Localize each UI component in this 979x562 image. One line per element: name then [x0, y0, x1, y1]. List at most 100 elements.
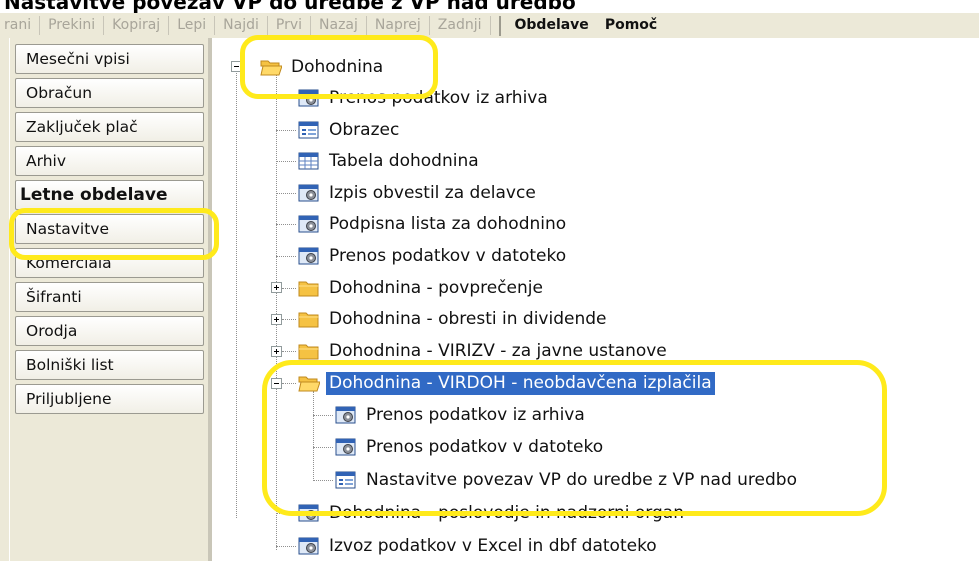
tree-node-prenos-v-datoteko[interactable]: Prenos podatkov v datoteko: [298, 240, 569, 272]
tree-node-label: Prenos podatkov iz arhiva: [366, 404, 585, 425]
toolbar-button-naprej[interactable]: Naprej: [367, 16, 430, 35]
expand-toggle-povprecenje[interactable]: [271, 282, 282, 293]
folder-icon: [298, 309, 320, 329]
tree-node-virdoh-prenos-iz-arhiva[interactable]: Prenos podatkov iz arhiva: [335, 399, 588, 431]
nav-list: Mesečni vpisi Obračun Zaključek plač Arh…: [15, 44, 204, 418]
nav-item-komerciala[interactable]: Komerciala: [15, 248, 204, 278]
form-icon: [298, 120, 320, 140]
toolbar-button-zadnji[interactable]: Zadnji: [430, 16, 491, 35]
gear-window-icon: [335, 437, 357, 457]
tree-node-nastavitve-povezav[interactable]: Nastavitve povezav VP do uredbe z VP nad…: [335, 464, 800, 496]
tree-node-label: Dohodnina - VIRDOH - neobdavčena izplači…: [325, 370, 716, 396]
tree-node-prenos-iz-arhiva[interactable]: Prenos podatkov iz arhiva: [298, 82, 551, 114]
form-icon: [335, 470, 357, 490]
tree-node-tabela-dohodnina[interactable]: Tabela dohodnina: [298, 145, 482, 177]
tree-node-obresti[interactable]: Dohodnina - obresti in dividende: [298, 303, 609, 335]
tree-line: [236, 70, 237, 518]
tree-node-label: Dohodnina - poslovodje in nadzorni organ: [329, 502, 684, 523]
tree-node-podpisna-lista[interactable]: Podpisna lista za dohodnino: [298, 208, 569, 240]
gear-window-icon: [335, 405, 357, 425]
expand-toggle-obresti[interactable]: [271, 314, 282, 325]
collapse-toggle-dohodnina[interactable]: [231, 61, 242, 72]
table-icon: [298, 151, 320, 171]
tree: Dohodnina Prenos podatkov iz arhiva Obra…: [212, 38, 979, 561]
tree-node-virizv[interactable]: Dohodnina - VIRIZV - za javne ustanove: [298, 335, 670, 367]
tree-line: [313, 391, 314, 481]
menu-obdelave[interactable]: Obdelave: [507, 16, 597, 35]
tree-line: [282, 383, 296, 384]
tree-line: [276, 161, 296, 162]
toolbar-button-nazaj[interactable]: Nazaj: [311, 16, 367, 35]
tree-node-izvoz-excel[interactable]: Izvoz podatkov v Excel in dbf datoteko: [298, 530, 660, 562]
gear-window-icon: [298, 536, 320, 556]
tree-node-dohodnina[interactable]: Dohodnina: [260, 51, 386, 83]
folder-open-icon: [260, 57, 283, 77]
tree-node-obrazec[interactable]: Obrazec: [298, 114, 402, 146]
tree-line: [276, 130, 296, 131]
toolbar-button-prvi[interactable]: Prvi: [268, 16, 312, 35]
toolbar-button-kopiraj[interactable]: Kopiraj: [104, 16, 170, 35]
tree-line: [276, 70, 277, 550]
tree-line: [276, 256, 296, 257]
tree-node-label: Izpis obvestil za delavce: [329, 182, 536, 203]
tree-node-label: Prenos podatkov v datoteko: [329, 245, 567, 266]
nav-item-bolniski-list[interactable]: Bolniški list: [15, 350, 204, 380]
tree-line: [276, 193, 296, 194]
tree-node-label: Prenos podatkov iz arhiva: [329, 87, 548, 108]
gear-window-icon: [298, 214, 320, 234]
tree-node-label: Dohodnina - povprečenje: [329, 277, 543, 298]
gear-window-icon: [298, 503, 320, 523]
toolbar-separator: [498, 15, 501, 36]
tree-line: [282, 319, 296, 320]
nav-item-obracun[interactable]: Obračun: [15, 78, 204, 108]
tree-node-label: Dohodnina - obresti in dividende: [329, 308, 607, 329]
tree-node-label: Nastavitve povezav VP do uredbe z VP nad…: [366, 469, 797, 490]
collapse-toggle-virdoh[interactable]: [271, 378, 282, 389]
gear-window-icon: [298, 88, 320, 108]
tree-line: [282, 288, 296, 289]
toolbar-button-najdi[interactable]: Najdi: [215, 16, 268, 35]
toolbar-button-prekini[interactable]: Prekini: [40, 16, 105, 35]
tree-node-label: Dohodnina: [291, 56, 384, 77]
page-caption: Nastavitve povezav VP do uredbe z VP nad…: [4, 0, 576, 14]
nav-item-sifranti[interactable]: Šifranti: [15, 282, 204, 312]
folder-open-icon: [298, 373, 321, 393]
tree-node-label: Tabela dohodnina: [329, 150, 479, 171]
nav-item-mesecni-vpisi[interactable]: Mesečni vpisi: [15, 44, 204, 74]
gear-window-icon: [298, 246, 320, 266]
tree-node-povprecenje[interactable]: Dohodnina - povprečenje: [298, 272, 546, 304]
toolbar: rani Prekini Kopiraj Lepi Najdi Prvi Naz…: [0, 13, 979, 39]
tree-line: [313, 480, 333, 481]
panel-edge: [9, 38, 10, 561]
toolbar-button-lepi[interactable]: Lepi: [169, 16, 216, 35]
tree-node-virdoh-prenos-v-datoteko[interactable]: Prenos podatkov v datoteko: [335, 431, 606, 463]
tree-line: [282, 351, 296, 352]
tree-line: [313, 447, 333, 448]
menu-pomoc[interactable]: Pomoč: [597, 16, 665, 35]
tree-node-label: Prenos podatkov v datoteko: [366, 436, 604, 457]
tree-line: [276, 98, 296, 99]
nav-item-arhiv[interactable]: Arhiv: [15, 146, 204, 176]
nav-item-letne-obdelave[interactable]: Letne obdelave: [15, 180, 204, 210]
tree-node-poslovodje[interactable]: Dohodnina - poslovodje in nadzorni organ: [298, 497, 687, 529]
nav-item-nastavitve[interactable]: Nastavitve: [15, 214, 204, 244]
tree-node-label: Dohodnina - VIRIZV - za javne ustanove: [329, 340, 667, 361]
gear-window-icon: [298, 183, 320, 203]
tree-node-label: Obrazec: [329, 119, 400, 140]
tree-node-label: Podpisna lista za dohodnino: [329, 213, 567, 234]
nav-item-zakljucek-plac[interactable]: Zaključek plač: [15, 112, 204, 142]
tree-line: [276, 513, 296, 514]
nav-item-priljubljene[interactable]: Priljubljene: [15, 384, 204, 414]
tree-node-virdoh[interactable]: Dohodnina - VIRDOH - neobdavčena izplači…: [298, 367, 716, 399]
expand-toggle-virizv[interactable]: [271, 346, 282, 357]
tree-node-izpis-obvestil[interactable]: Izpis obvestil za delavce: [298, 177, 539, 209]
tree-line: [276, 224, 296, 225]
folder-icon: [298, 278, 320, 298]
toolbar-button-shrani[interactable]: rani: [0, 16, 41, 35]
tree-line: [313, 415, 333, 416]
tree-line: [276, 546, 296, 547]
tree-view: Dohodnina Prenos podatkov iz arhiva Obra…: [212, 38, 979, 561]
tree-node-label: Izvoz podatkov v Excel in dbf datoteko: [329, 535, 657, 556]
left-navigation-panel: Mesečni vpisi Obračun Zaključek plač Arh…: [0, 38, 208, 561]
nav-item-orodja[interactable]: Orodja: [15, 316, 204, 346]
